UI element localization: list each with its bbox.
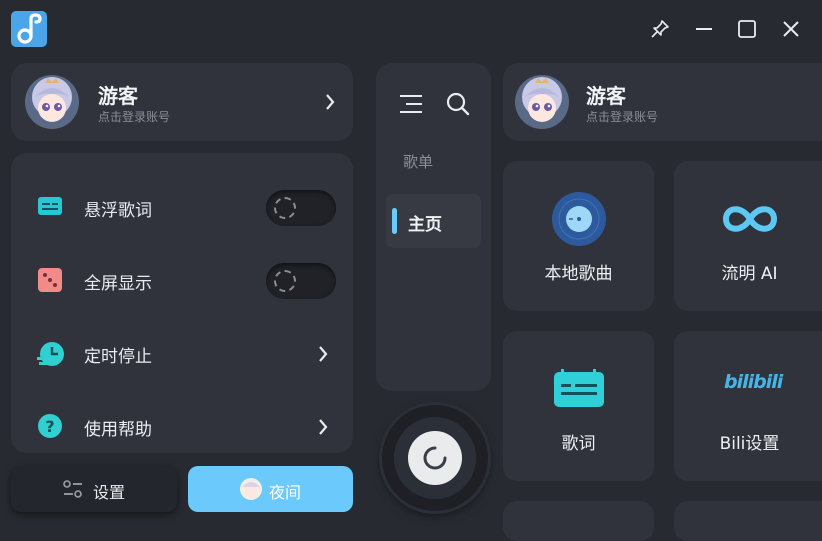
tab-home-label: 主页 [408,215,442,235]
help-icon: ? [37,413,63,443]
avatar [25,75,79,129]
player-disc-button[interactable] [382,405,488,511]
username: 游客 [586,84,626,108]
tile-label: 本地歌曲 [544,264,613,284]
username: 游客 [98,84,138,108]
lyrics-tv-icon [553,369,605,413]
chevron-right-icon [324,92,336,116]
loading-icon [408,431,462,485]
pin-icon[interactable] [645,14,675,44]
bilibili-logo-icon: bilibili [724,371,783,393]
menu-item-timer-stop[interactable]: 定时停止 [11,319,353,389]
svg-text:?: ? [45,417,54,436]
search-icon[interactable] [446,92,470,120]
maximize-icon[interactable] [732,14,762,44]
floating-lyrics-toggle[interactable] [266,190,336,226]
nav-panel: 歌单 主页 [376,63,491,391]
menu-item-label: 悬浮歌词 [84,201,152,221]
tile-bili-settings[interactable]: bilibili Bili设置 [674,331,822,481]
local-songs-disc-icon [551,191,607,251]
tab-playlist[interactable]: 歌单 [403,151,433,172]
infinity-ai-icon [722,201,778,241]
menu-item-floating-lyrics[interactable]: 悬浮歌词 [11,173,353,243]
lyrics-float-icon [37,195,63,221]
tile-label: 流明 AI [721,264,778,284]
settings-button[interactable]: 设置 [11,466,177,512]
close-icon[interactable] [776,14,806,44]
menu-item-help[interactable]: ? 使用帮助 [11,392,353,462]
fullscreen-toggle[interactable] [266,263,336,299]
timer-stop-icon [37,340,65,372]
minimize-icon[interactable] [689,14,719,44]
settings-label: 设置 [93,483,126,502]
tile-partial[interactable] [674,501,822,541]
chevron-right-icon [317,417,329,441]
app-logo-icon [11,11,47,47]
tile-lumin-ai[interactable]: 流明 AI [674,161,822,311]
login-hint: 点击登录账号 [586,110,659,124]
tile-label: 歌词 [561,434,596,454]
avatar [515,75,569,129]
menu-lines-icon[interactable] [398,94,424,118]
chevron-right-icon [317,344,329,368]
avatar-small-icon [239,477,263,505]
login-hint: 点击登录账号 [98,110,171,124]
sliders-icon [63,480,83,502]
active-indicator [392,208,397,234]
night-label: 夜间 [269,483,302,502]
menu-item-label: 使用帮助 [84,420,152,440]
tile-label: Bili设置 [719,434,780,454]
user-card-secondary[interactable]: 游客 点击登录账号 [503,63,822,141]
tab-home[interactable]: 主页 [386,194,481,248]
tile-lyrics[interactable]: 歌词 [503,331,654,481]
user-card[interactable]: 游客 点击登录账号 [11,63,353,141]
menu-panel: 悬浮歌词 全屏显示 定时停止 ? 使用帮助 [11,153,353,453]
menu-item-label: 定时停止 [84,347,152,367]
night-mode-button[interactable]: 夜间 [188,466,353,512]
fullscreen-dice-icon [37,267,63,297]
menu-item-label: 全屏显示 [84,274,152,294]
tile-local-songs[interactable]: 本地歌曲 [503,161,654,311]
menu-item-fullscreen[interactable]: 全屏显示 [11,246,353,316]
tile-partial[interactable] [503,501,654,541]
